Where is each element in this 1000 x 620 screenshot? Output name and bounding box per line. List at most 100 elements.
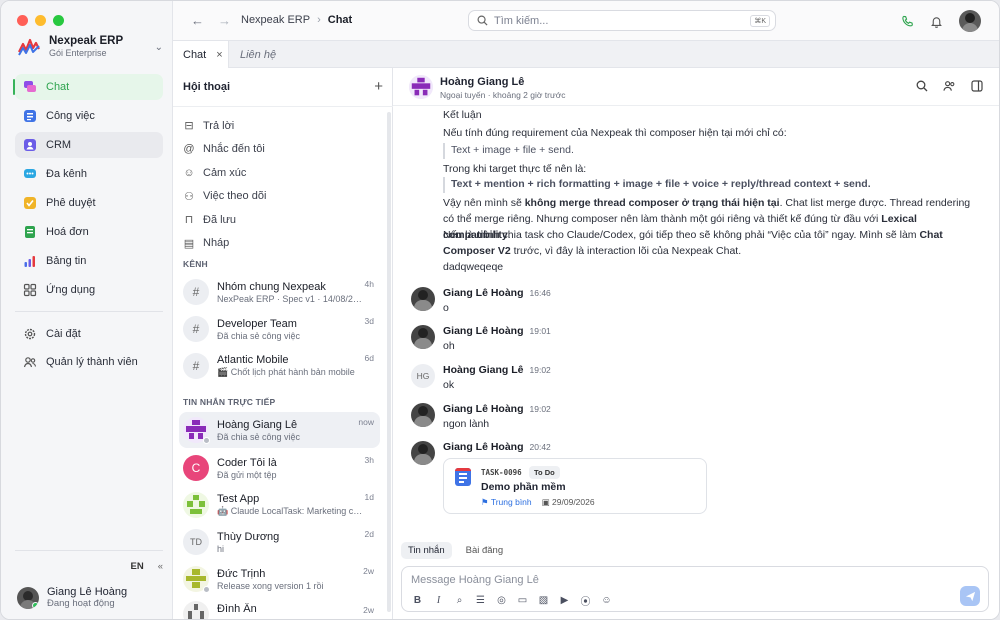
dm-name: Đức Trịnh <box>217 567 266 580</box>
image-icon[interactable]: ▧ <box>538 595 549 606</box>
nav-item-label: Bảng tin <box>46 255 87 267</box>
message-time: 19:01 <box>529 326 551 336</box>
channel-name: Atlantic Mobile <box>217 354 289 366</box>
message-author: Giang Lê Hoàng <box>443 325 524 337</box>
message-input[interactable] <box>411 574 951 586</box>
dm-time: 2d <box>364 529 374 539</box>
avatar <box>183 566 210 593</box>
minimize-window-button[interactable] <box>35 15 46 26</box>
task-card[interactable]: TASK-0096 To Do Demo phần mềm ⚑ Trung bì… <box>443 458 707 514</box>
forward-arrow-icon[interactable]: → <box>218 13 231 28</box>
task-title: Demo phần mềm <box>481 481 566 493</box>
presence-dot <box>203 437 210 444</box>
close-window-button[interactable] <box>17 15 28 26</box>
hash-icon: # <box>183 279 209 305</box>
quick-item-mentions[interactable]: @ Nhắc đến tôi <box>183 138 383 162</box>
emoji-icon[interactable]: ☺ <box>601 595 612 606</box>
channel-preview: NexPeak ERP · Spec v1 · 14/08/2026B... <box>217 293 365 304</box>
close-icon[interactable]: × <box>216 49 222 61</box>
dm-time: 1d <box>364 492 374 502</box>
nav-item-members[interactable]: Quản lý thành viên <box>15 349 163 375</box>
message-list: Kết luận Nếu tính đúng requirement của N… <box>393 106 999 536</box>
message-time: 19:02 <box>529 404 551 414</box>
phone-icon[interactable] <box>901 15 914 28</box>
shortcut-hint: ⌘K <box>750 14 770 27</box>
breadcrumb: Nexpeak ERP › Chat <box>241 14 352 26</box>
collapse-sidebar-icon[interactable]: « <box>158 561 163 572</box>
chat-icon <box>23 80 37 94</box>
avatar[interactable] <box>959 10 981 32</box>
avatar <box>411 441 435 465</box>
nav-item-invoice[interactable]: Hoá đơn <box>15 219 163 245</box>
workspace-switcher[interactable]: Nexpeak ERP Gói Enterprise ⌄ <box>17 31 163 63</box>
crm-icon <box>23 138 37 152</box>
video-icon[interactable]: ▶ <box>559 595 570 606</box>
search-input[interactable] <box>494 14 751 27</box>
channel-time: 4h <box>364 279 374 289</box>
global-search[interactable]: ⌘K <box>468 10 776 31</box>
nav-item-approval[interactable]: Phê duyệt <box>15 190 163 216</box>
current-user[interactable]: Giang Lê Hoàng Đang hoạt động <box>17 586 167 609</box>
italic-icon[interactable]: I <box>433 595 444 606</box>
nav-item-apps[interactable]: Ứng dụng <box>15 277 163 303</box>
language-switch[interactable]: EN <box>131 561 144 572</box>
dm-item[interactable]: Hoàng Giang Lê Đã chia sẻ công việc now <box>179 412 380 448</box>
nav-divider <box>15 311 163 312</box>
channel-item[interactable]: # Nhóm chung Nexpeak NexPeak ERP · Spec v… <box>179 274 380 310</box>
bell-icon[interactable] <box>930 15 943 28</box>
tab-chat[interactable]: Chat × <box>173 41 229 68</box>
identicon-icon <box>187 495 205 514</box>
mention-icon: @ <box>183 143 195 156</box>
dm-item[interactable]: C Coder Tôi là Đã gửi một tệp 3h <box>179 450 380 486</box>
composer-tab-message[interactable]: Tin nhắn <box>401 542 452 559</box>
card-icon[interactable]: ▭ <box>517 595 528 606</box>
nav-item-settings[interactable]: Cài đặt <box>15 321 163 347</box>
side-panel-icon[interactable] <box>971 80 983 92</box>
breadcrumb-root[interactable]: Nexpeak ERP <box>241 14 310 26</box>
channel-item[interactable]: # Developer Team Đã chia sẻ công việc 3d <box>179 311 380 347</box>
bold-icon[interactable]: B <box>412 595 423 606</box>
composer-tab-post[interactable]: Bài đăng <box>466 542 504 559</box>
divider <box>173 106 393 107</box>
identicon-icon <box>188 604 204 619</box>
zoom-window-button[interactable] <box>53 15 64 26</box>
quick-item-replies[interactable]: ⊟ Trả lời <box>183 114 383 138</box>
text-run-bold: không merge thread composer ở trạng thái… <box>524 197 780 209</box>
chevron-right-icon: › <box>317 14 321 26</box>
nav-item-tasks[interactable]: Công việc <box>15 103 163 129</box>
microphone-icon[interactable]: ⦿ <box>580 593 591 608</box>
dm-item[interactable]: TD Thùy Dương hi 2d <box>179 524 380 560</box>
dm-item[interactable]: Đức Trịnh Release xong version 1 rồi 2w <box>179 561 380 597</box>
message-body: oh <box>443 340 455 352</box>
nav-item-newsfeed[interactable]: Bảng tin <box>15 248 163 274</box>
avatar[interactable] <box>409 75 433 99</box>
channel-item[interactable]: # Atlantic Mobile 🎬 Chốt lịch phát hành b… <box>179 348 380 384</box>
quick-item-saved[interactable]: ⊓ Đã lưu <box>183 208 383 232</box>
nav-item-crm[interactable]: CRM <box>15 132 163 158</box>
task-date: 29/09/2026 <box>552 497 595 507</box>
members-icon[interactable] <box>943 80 956 92</box>
dm-item[interactable]: Đình Ân 2w <box>179 598 380 619</box>
dm-preview: Đã gửi một tệp <box>217 469 277 480</box>
channel-preview: 🎬 Chốt lịch phát hành bản mobile <box>217 367 355 377</box>
back-arrow-icon[interactable]: ← <box>191 13 204 28</box>
app-window: Nexpeak ERP Gói Enterprise ⌄ Chat Công v… <box>0 0 1000 620</box>
quick-item-reactions[interactable]: ☺ Cảm xúc <box>183 161 383 185</box>
quick-item-drafts[interactable]: ▤ Nháp <box>183 232 383 256</box>
task-check-icon[interactable]: ◎ <box>496 595 507 606</box>
presence-dot <box>203 586 210 593</box>
send-button[interactable] <box>960 586 980 606</box>
new-conversation-button[interactable]: + <box>374 78 383 95</box>
task-status-badge: To Do <box>529 466 560 479</box>
checklist-icon[interactable]: ☰ <box>475 595 486 606</box>
search-icon[interactable] <box>916 80 928 92</box>
nav-item-omnichannel[interactable]: Đa kênh <box>15 161 163 187</box>
tab-contacts[interactable]: Liên hệ <box>230 41 286 68</box>
conversation-scrollbar[interactable] <box>387 112 391 612</box>
dm-preview: hi <box>217 543 225 554</box>
nav-item-chat[interactable]: Chat <box>13 74 163 100</box>
attach-icon[interactable]: ⌕ <box>454 595 465 606</box>
section-label-channels: KÊNH <box>183 259 208 269</box>
quick-item-following[interactable]: ⚇ Việc theo dõi <box>183 185 383 209</box>
dm-item[interactable]: Test App 🤖 Claude LocalTask: Marketing ch… <box>179 487 380 523</box>
